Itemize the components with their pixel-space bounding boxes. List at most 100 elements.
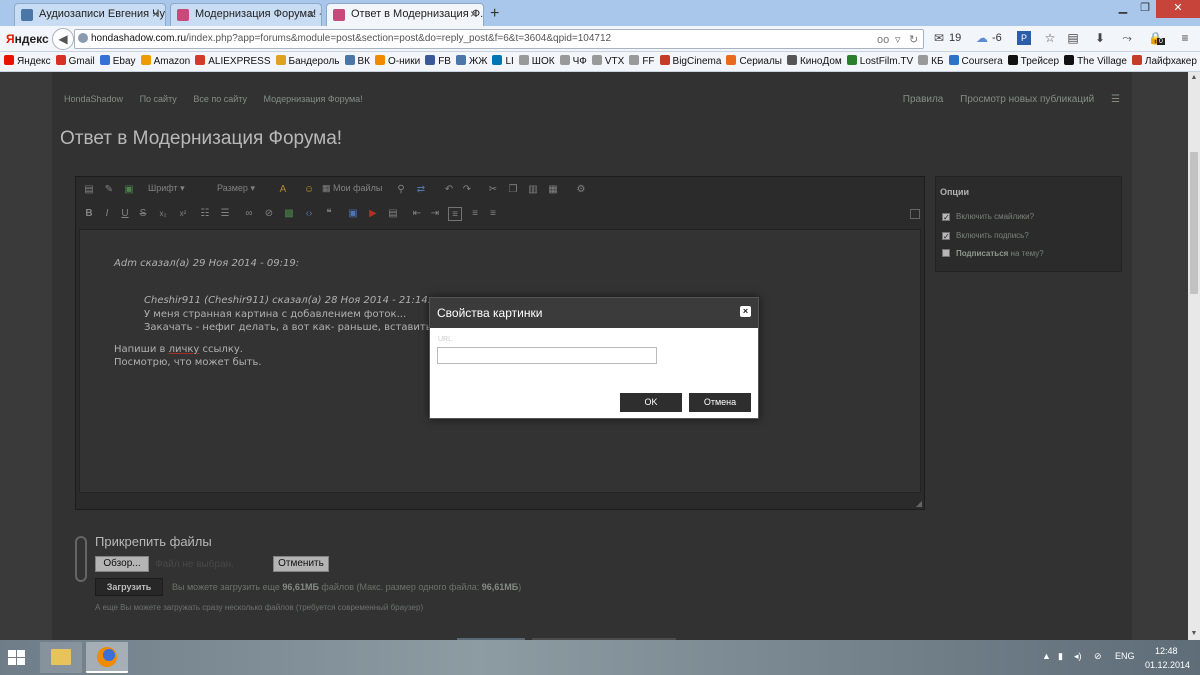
close-tab-icon[interactable]: × [470, 4, 477, 25]
cancel-button[interactable]: Отмена [689, 393, 751, 412]
close-icon[interactable]: × [740, 306, 751, 317]
tray-expand-icon[interactable]: ▲ [1042, 651, 1051, 661]
window-close-icon[interactable]: ✕ [1156, 0, 1200, 18]
bookmark-item[interactable]: Coursera [948, 52, 1003, 71]
forum-icon [177, 9, 189, 21]
bookmark-item[interactable]: FF [629, 52, 655, 71]
bookmark-favicon-icon [559, 55, 570, 65]
weather-temp[interactable]: -6 [992, 32, 1002, 44]
clock-date[interactable]: 01.12.2014 [1145, 660, 1190, 670]
page-scrollbar[interactable]: ▲ ▼ [1188, 72, 1200, 640]
bookmark-item[interactable]: ЖЖ [455, 52, 487, 71]
bookmark-favicon-icon [4, 55, 14, 65]
forum-icon [333, 9, 345, 21]
bookmark-favicon-icon [99, 55, 110, 65]
bookmark-star-icon[interactable]: ☆ [1043, 31, 1057, 45]
windows-taskbar: ▲ ▮ ◂) ⊘ ENG 12:48 01.12.2014 [0, 640, 1200, 675]
tab-reply[interactable]: Ответ в Модернизация Ф... × [326, 3, 484, 26]
reload-icon[interactable]: ↻ [909, 31, 918, 49]
bookmarks-bar: Яндекс Gmail Ebay Amazon ALIEXPRESS Бандероль… [0, 52, 1200, 72]
tab-forum-modernization[interactable]: Модернизация Форума! - ... × [170, 3, 322, 26]
bookmark-item[interactable]: LostFilm.TV [846, 52, 913, 71]
bookmark-item[interactable]: КиноДом [786, 52, 842, 71]
restore-icon[interactable]: ❐ [1134, 0, 1156, 18]
bookmark-item[interactable]: Бандероль [275, 52, 340, 71]
bookmark-item[interactable]: The Village [1064, 52, 1127, 71]
bookmark-favicon-icon [1131, 55, 1142, 65]
bookmark-item[interactable]: О-ники [375, 52, 420, 71]
tab-audio[interactable]: Аудиозаписи Евгения Чур... × [14, 3, 166, 26]
volume-icon[interactable]: ◂) [1074, 651, 1082, 662]
bookmark-favicon-icon [786, 55, 797, 65]
bookmark-favicon-icon [726, 55, 737, 65]
close-tab-icon[interactable]: × [152, 4, 159, 25]
mail-count[interactable]: 19 [949, 32, 961, 44]
tab-bar: Аудиозаписи Евгения Чур... × Модернизаци… [0, 0, 1200, 26]
bookmark-item[interactable]: ШОК [518, 52, 555, 71]
sync-icon[interactable]: ⤳ [1120, 31, 1134, 45]
language-indicator[interactable]: ENG [1115, 651, 1135, 661]
network-icon[interactable]: ⊘ [1094, 651, 1102, 662]
download-icon[interactable]: ⬇ [1093, 31, 1107, 45]
navigation-bar: Яндекс ◀ hondashadow.com.ru/index.php?ap… [0, 26, 1200, 52]
bookmark-favicon-icon [1064, 55, 1075, 65]
image-properties-dialog: Свойства картинки × URL OK Отмена [429, 297, 759, 419]
vk-icon [21, 9, 33, 21]
image-url-input[interactable] [437, 347, 657, 364]
bookmark-favicon-icon [948, 55, 959, 65]
dialog-header: Свойства картинки × [430, 298, 758, 328]
url-label: URL [438, 336, 453, 343]
bookmark-item[interactable]: КБ [918, 52, 944, 71]
mail-icon[interactable]: ✉ [932, 31, 946, 45]
firefox-icon[interactable] [86, 642, 128, 673]
back-icon[interactable]: ◀ [52, 28, 74, 50]
new-tab-button[interactable]: + [490, 5, 506, 23]
clock-time[interactable]: 12:48 [1155, 646, 1178, 656]
scroll-down-icon[interactable]: ▼ [1188, 628, 1200, 640]
bookmark-favicon-icon [492, 55, 503, 65]
address-bar[interactable]: hondashadow.com.ru/index.php?app=forums&… [74, 29, 924, 49]
bookmark-item[interactable]: ВК [344, 52, 370, 71]
bookmarks-menu-icon[interactable]: ▤ [1066, 31, 1080, 45]
p-extension-icon[interactable]: P [1017, 31, 1031, 45]
file-explorer-icon[interactable] [40, 642, 82, 673]
dropdown-icon[interactable]: ▿ [895, 31, 901, 49]
bookmark-favicon-icon [425, 55, 436, 65]
battery-icon[interactable]: ▮ [1058, 651, 1063, 662]
bookmark-item[interactable]: LI [492, 52, 514, 71]
bookmark-item[interactable]: BigCinema [659, 52, 721, 71]
url-host: hondashadow.com.ru [91, 33, 187, 44]
yandex-logo[interactable]: Яндекс [6, 32, 49, 46]
menu-icon[interactable]: ≡ [1178, 31, 1192, 45]
bookmark-item[interactable]: Сериалы [726, 52, 782, 71]
bookmark-item[interactable]: VTX [591, 52, 624, 71]
scroll-thumb[interactable] [1190, 152, 1198, 294]
tab-title: Аудиозаписи Евгения Чур... [39, 8, 165, 20]
bookmark-favicon-icon [344, 55, 355, 65]
bookmark-item[interactable]: FB [425, 52, 451, 71]
scroll-up-icon[interactable]: ▲ [1188, 72, 1200, 84]
bookmark-item[interactable]: Яндекс [4, 52, 51, 71]
ok-button[interactable]: OK [620, 393, 682, 412]
bookmark-item[interactable]: Лайфхакер [1131, 52, 1197, 71]
bookmark-item[interactable]: Gmail [55, 52, 95, 71]
bookmark-favicon-icon [629, 55, 640, 65]
site-identity-icon[interactable] [78, 33, 88, 43]
bookmark-favicon-icon [275, 55, 286, 65]
url-path: /index.php?app=forums&module=post&sectio… [186, 33, 612, 44]
bookmark-item[interactable]: ALIEXPRESS [195, 52, 271, 71]
bookmark-item[interactable]: Ebay [99, 52, 136, 71]
bookmark-favicon-icon [659, 55, 670, 65]
weather-icon[interactable]: ☁ [975, 31, 989, 45]
bookmark-item[interactable]: Amazon [140, 52, 190, 71]
bookmark-item[interactable]: ЧФ [559, 52, 587, 71]
minimize-icon[interactable]: ▁ [1112, 0, 1134, 18]
tab-title: Модернизация Форума! - ... [195, 8, 322, 20]
bookmark-favicon-icon [455, 55, 466, 65]
extension-badge: 0 [1157, 38, 1165, 45]
windows-start-icon[interactable] [8, 650, 26, 666]
bookmark-favicon-icon [846, 55, 857, 65]
reader-glasses-icon[interactable]: oo [877, 31, 889, 49]
close-tab-icon[interactable]: × [308, 4, 315, 25]
bookmark-item[interactable]: Трейсер [1007, 52, 1059, 71]
